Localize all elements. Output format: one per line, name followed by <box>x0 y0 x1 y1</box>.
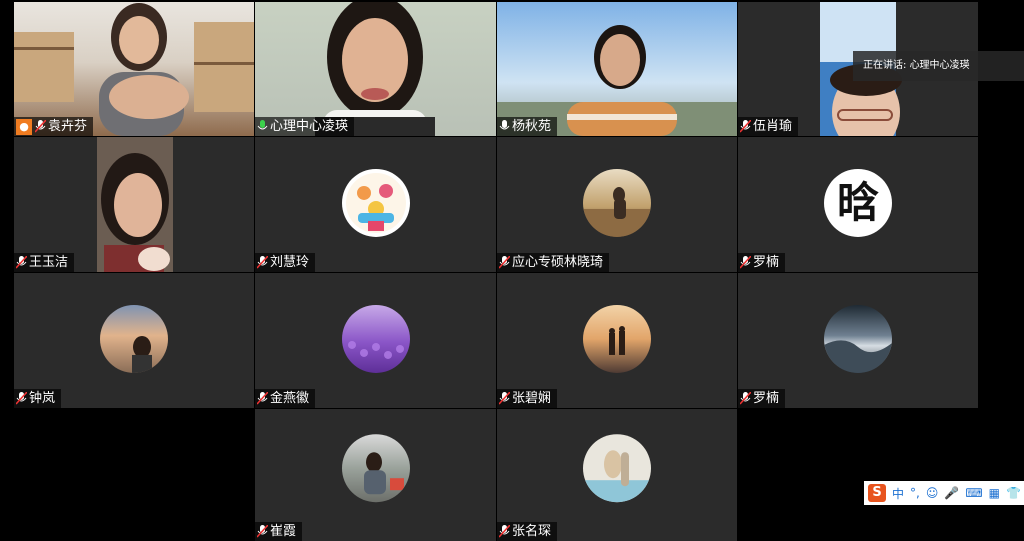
participant-name: 杨秋苑 <box>512 119 552 134</box>
sogou-logo-icon[interactable]: S <box>868 484 886 502</box>
participant-video <box>14 137 254 272</box>
participant-name: 袁卉芬 <box>48 119 88 134</box>
participant-name-bar: 崔霞 <box>255 522 303 541</box>
mic-muted-icon <box>499 525 510 538</box>
participant-video <box>255 2 496 136</box>
participant-name-bar: 伍肖瑜 <box>738 117 799 136</box>
speaking-name: 心理中心凌瑛 <box>909 60 970 71</box>
ime-mode-toggle[interactable]: 中 <box>892 485 904 502</box>
participant-name-bar: 心理中心凌瑛 <box>255 117 355 136</box>
avatar <box>824 304 892 373</box>
mic-muted-icon <box>499 256 510 269</box>
mic-active-icon <box>257 120 268 130</box>
participant-name-bar: 杨秋苑 <box>497 117 558 136</box>
mic-muted-icon <box>257 525 268 538</box>
skin-icon[interactable]: 👕 <box>1006 486 1021 500</box>
participant-name: 金燕徽 <box>270 391 310 406</box>
participant-name: 钟岚 <box>29 391 56 406</box>
participant-name-bar: 罗楠 <box>738 253 786 272</box>
participant-name: 罗楠 <box>753 391 780 406</box>
participant-video <box>497 2 737 136</box>
keyboard-icon[interactable]: ⌨ <box>965 486 982 500</box>
participant-name-bar: ● 袁卉芬 <box>14 117 94 136</box>
participant-tile-cui[interactable]: 崔霞 <box>255 409 496 541</box>
participant-name: 张碧娴 <box>512 391 552 406</box>
avatar <box>341 168 410 237</box>
participant-tile-lin[interactable]: 应心专硕林晓琦 <box>497 137 737 272</box>
avatar-glyph: 晗 <box>836 177 879 227</box>
participant-name-bar: 张名琛 <box>497 522 558 541</box>
participant-tile-zhong[interactable]: 钟岚 <box>14 273 254 408</box>
participant-name-bar: 王玉洁 <box>14 253 75 272</box>
participant-name-bar: 钟岚 <box>14 389 62 408</box>
participant-video <box>14 2 254 136</box>
avatar <box>341 304 410 373</box>
mic-muted-icon <box>257 256 268 269</box>
ime-toolbar[interactable]: S 中 °, ☺ 🎤 ⌨ ▦ 👕 <box>864 481 1024 505</box>
voice-input-icon[interactable]: 🎤 <box>944 486 959 500</box>
participant-name-bar: 张碧娴 <box>497 389 558 408</box>
participant-name: 王玉洁 <box>29 255 69 270</box>
participant-name: 伍肖瑜 <box>753 119 793 134</box>
participant-tile-jin[interactable]: 金燕徽 <box>255 273 496 408</box>
participant-name: 刘慧玲 <box>270 255 310 270</box>
participant-tile-luo-2[interactable]: 罗楠 <box>738 273 978 408</box>
mic-muted-icon <box>499 392 510 405</box>
participant-name: 应心专硕林晓琦 <box>512 255 604 270</box>
participant-tile-zhang-bi[interactable]: 张碧娴 <box>497 273 737 408</box>
participant-name-bar: 刘慧玲 <box>255 253 316 272</box>
participant-name-bar: 金燕徽 <box>255 389 316 408</box>
participant-tile-lingying[interactable]: 心理中心凌瑛 <box>255 2 496 136</box>
mic-muted-icon <box>740 256 751 269</box>
mic-muted-icon <box>35 120 46 133</box>
mic-icon <box>499 120 510 130</box>
participant-tile-luo-1[interactable]: 晗 罗楠 <box>738 137 978 272</box>
avatar <box>341 434 410 503</box>
speaking-label: 正在讲话: <box>863 60 907 71</box>
speaking-indicator: 正在讲话: 心理中心凌瑛 <box>853 51 1024 81</box>
participant-name-bar: 应心专硕林晓琦 <box>497 253 610 272</box>
participant-name: 罗楠 <box>753 255 780 270</box>
avatar: 晗 <box>824 168 892 237</box>
participant-name: 崔霞 <box>270 524 297 539</box>
participant-tile-yuan[interactable]: ● 袁卉芬 <box>14 2 254 136</box>
mic-muted-icon <box>740 120 751 133</box>
participant-tile-wang[interactable]: 王玉洁 <box>14 137 254 272</box>
participant-tile-yang[interactable]: 杨秋苑 <box>497 2 737 136</box>
avatar <box>100 304 168 373</box>
mic-muted-icon <box>16 392 27 405</box>
mic-muted-icon <box>16 256 27 269</box>
emoji-icon[interactable]: ☺ <box>926 486 939 500</box>
participant-name: 心理中心凌瑛 <box>270 119 349 134</box>
avatar <box>583 434 651 503</box>
mic-muted-icon <box>257 392 268 405</box>
participant-tile-liu[interactable]: 刘慧玲 <box>255 137 496 272</box>
user-icon: ● <box>16 118 32 135</box>
avatar <box>583 304 651 373</box>
mic-muted-icon <box>740 392 751 405</box>
toolbox-icon[interactable]: ▦ <box>989 486 1000 500</box>
avatar <box>583 168 651 237</box>
participant-name-bar: 罗楠 <box>738 389 786 408</box>
ime-punctuation-toggle[interactable]: °, <box>910 486 920 500</box>
participant-tile-zhang-ming[interactable]: 张名琛 <box>497 409 737 541</box>
participant-name: 张名琛 <box>512 524 552 539</box>
